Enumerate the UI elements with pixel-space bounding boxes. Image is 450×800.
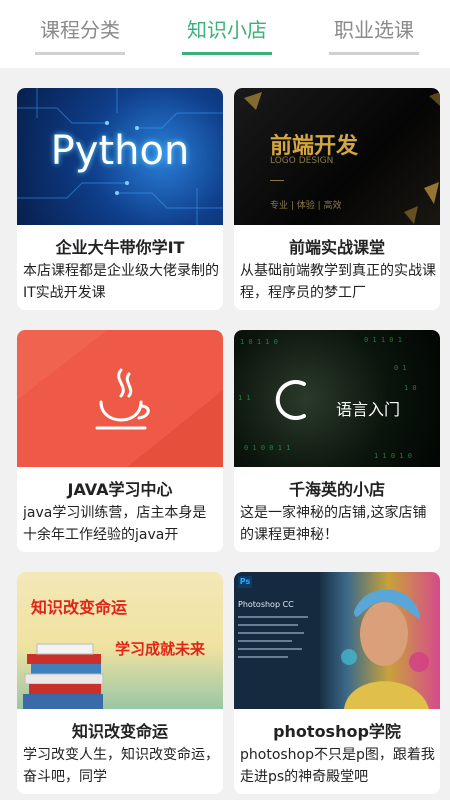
svg-text:1 0 1 1 0: 1 0 1 1 0 xyxy=(240,338,278,346)
card-title: photoshop学院 xyxy=(273,722,401,741)
card-description: photoshop不只是p图，跟着我走进ps的神奇殿堂吧 xyxy=(240,747,435,785)
shop-card-photoshop[interactable]: Ps Photoshop CC photoshop学院 photoshop不只是… xyxy=(234,572,440,794)
c-language-cover-text: 语言入门 xyxy=(336,400,401,419)
card-description: 从基础前端教学到真正的实战课程，程序员的梦工厂 xyxy=(240,263,436,301)
svg-text:0 1 1 0 1: 0 1 1 0 1 xyxy=(364,336,402,344)
shop-card-c-language[interactable]: 1 0 1 1 00 1 1 0 1 0 1 0 0 1 11 1 0 1 0 … xyxy=(234,330,440,552)
shop-grid: Python 企业大牛带你学IT 本店课程都是企业级大佬录制的IT实战开发课 前… xyxy=(0,68,450,800)
shop-card-python[interactable]: Python 企业大牛带你学IT 本店课程都是企业级大佬录制的IT实战开发课 xyxy=(17,88,223,310)
knowledge-cover-text: 知识改变命运 xyxy=(31,598,128,617)
card-title: 知识改变命运 xyxy=(71,722,168,741)
card-description: 这是一家神秘的店铺,这家店铺的课程更神秘！ xyxy=(240,505,427,543)
tab-label: 知识小店 xyxy=(187,18,267,42)
photoshop-logo-icon: Ps xyxy=(238,576,252,588)
java-cup-icon xyxy=(17,330,223,467)
card-description: java学习训练营，店主本身是十余年工作经验的java开 xyxy=(23,505,207,543)
card-description: 学习改变人生，知识改变命运，奋斗吧，同学 xyxy=(23,747,219,785)
tab-underline-active xyxy=(182,52,272,55)
cover-divider xyxy=(270,180,284,181)
tab-underline xyxy=(35,52,125,55)
photoshop-cover-text: Photoshop CC xyxy=(238,600,294,609)
python-cover-image: Python xyxy=(17,88,223,225)
svg-text:1 1 0 1 0: 1 1 0 1 0 xyxy=(374,452,412,460)
card-title: 企业大牛带你学IT xyxy=(55,238,185,257)
java-cover-image xyxy=(17,330,223,467)
tab-knowledge-shop[interactable]: 知识小店 xyxy=(182,14,272,55)
python-cover-text: Python xyxy=(50,128,190,174)
tab-underline xyxy=(329,52,419,55)
svg-text:0 1: 0 1 xyxy=(394,364,407,372)
tab-career-courses[interactable]: 职业选课 xyxy=(329,14,419,55)
card-title: JAVA学习中心 xyxy=(67,480,173,499)
photoshop-cover-image: Ps Photoshop CC xyxy=(234,572,440,709)
tab-label: 职业选课 xyxy=(334,18,414,42)
frontend-cover-tags: 专业 | 体验 | 高效 xyxy=(270,201,342,211)
shop-card-knowledge[interactable]: 知识改变命运 学习成就未来 知识改变命运 学习改变人生，知识改变命运，奋斗吧，同… xyxy=(17,572,223,794)
shop-card-frontend[interactable]: 前端开发 LOGO DESIGN 专业 | 体验 | 高效 前端实战课堂 从基础… xyxy=(234,88,440,310)
card-title: 千海英的小店 xyxy=(288,480,385,499)
c-language-cover-image: 1 0 1 1 00 1 1 0 1 0 1 0 0 1 11 1 0 1 0 … xyxy=(234,330,440,467)
svg-text:0 1 0 0 1 1: 0 1 0 0 1 1 xyxy=(244,444,290,452)
frontend-cover-subtext: LOGO DESIGN xyxy=(270,156,334,166)
portrait-art-icon xyxy=(234,572,429,709)
tab-label: 课程分类 xyxy=(40,18,120,42)
card-description: 本店课程都是企业级大佬录制的IT实战开发课 xyxy=(23,263,219,301)
tab-bar: 课程分类 知识小店 职业选课 xyxy=(0,0,450,68)
shop-card-java[interactable]: JAVA学习中心 java学习训练营，店主本身是十余年工作经验的java开 xyxy=(17,330,223,552)
svg-text:1 0: 1 0 xyxy=(404,384,417,392)
tab-course-categories[interactable]: 课程分类 xyxy=(35,14,125,55)
svg-text:1 1: 1 1 xyxy=(238,394,251,402)
knowledge-cover-text-2: 学习成就未来 xyxy=(115,640,206,658)
frontend-cover-image: 前端开发 LOGO DESIGN 专业 | 体验 | 高效 xyxy=(234,88,440,225)
card-title: 前端实战课堂 xyxy=(288,238,385,257)
knowledge-cover-image: 知识改变命运 学习成就未来 xyxy=(17,572,223,709)
